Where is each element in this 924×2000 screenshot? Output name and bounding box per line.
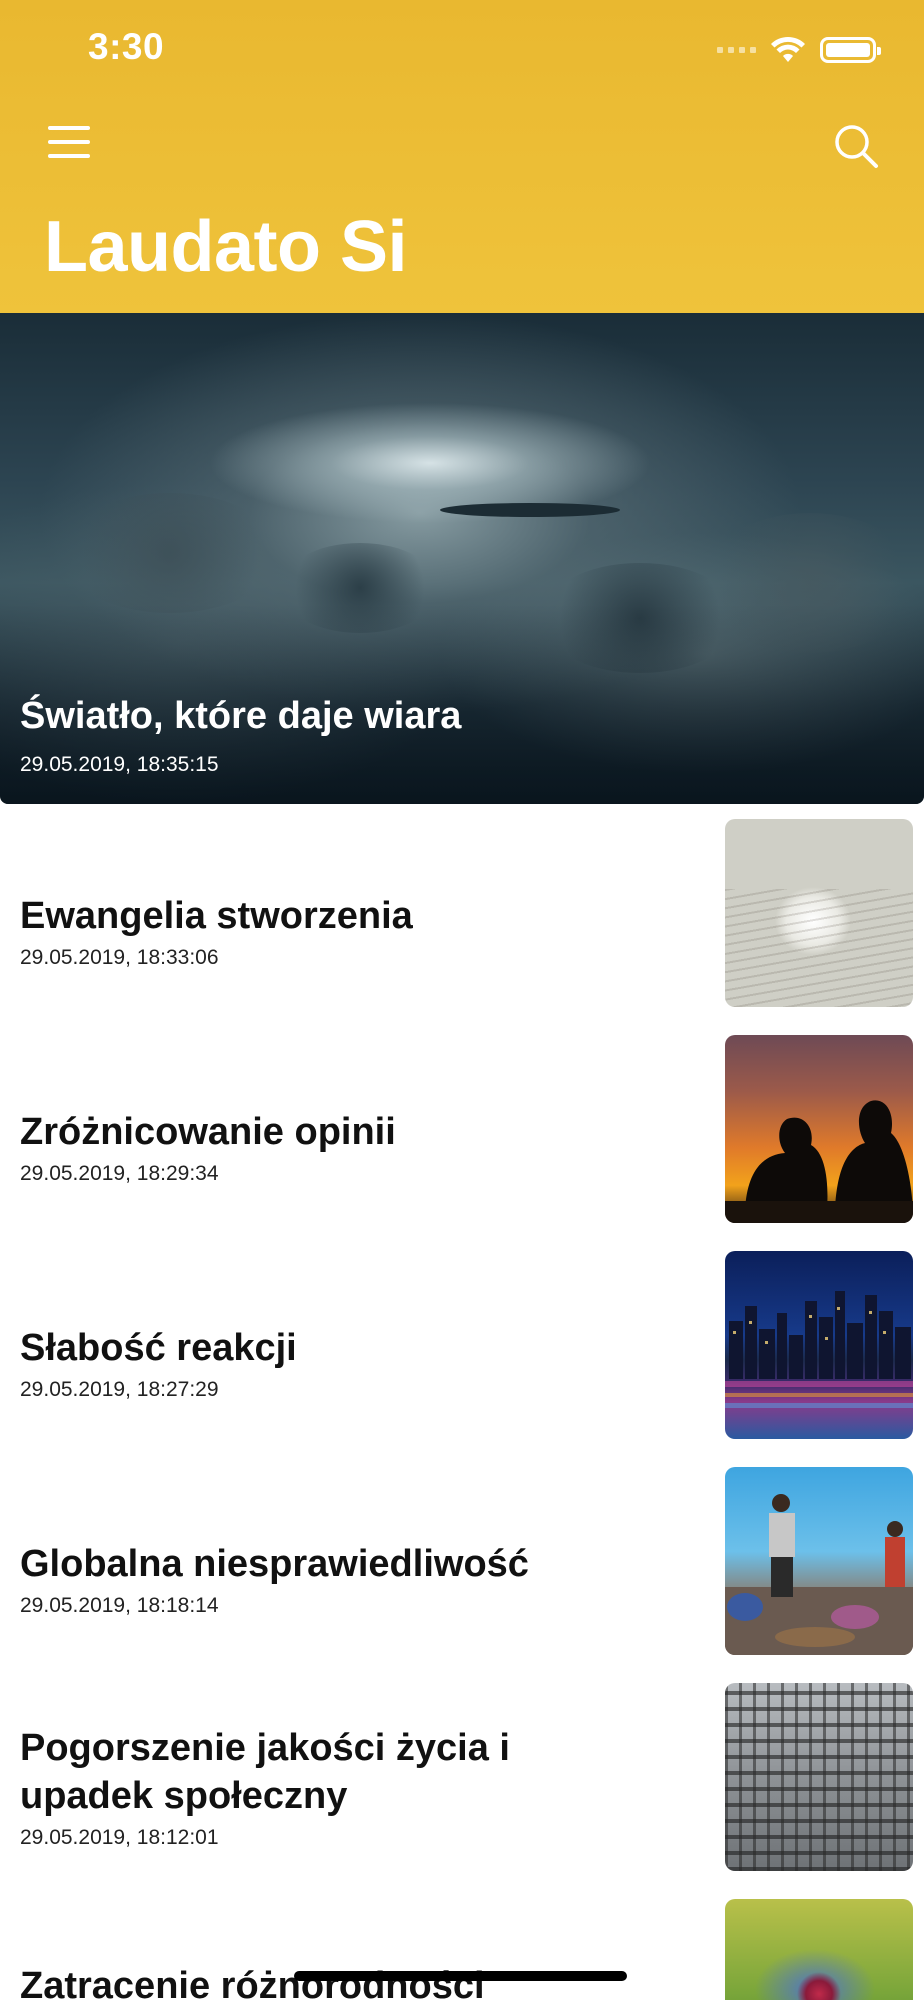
- menu-button[interactable]: [48, 126, 96, 166]
- search-icon: [835, 125, 878, 168]
- article-title: Ewangelia stworzenia: [20, 895, 413, 937]
- status-time: 3:30: [88, 26, 165, 67]
- article-thumbnail: [725, 1899, 913, 2000]
- article-title: Globalna niesprawiedliwość: [20, 1543, 529, 1585]
- article-title: Słabość reakcji: [20, 1327, 297, 1369]
- article-date: 29.05.2019, 18:12:01: [20, 1826, 219, 1849]
- article-title: Zatracenie różnorodności: [20, 1965, 485, 2000]
- article-title: Zróżnicowanie opinii: [20, 1111, 396, 1153]
- article-title: Pogorszenie jakości życia i upadek społe…: [20, 1727, 510, 1817]
- article-date: 29.05.2019, 18:18:14: [20, 1594, 219, 1617]
- search-button[interactable]: [832, 122, 880, 170]
- list-item[interactable]: Słabość reakcji 29.05.2019, 18:27:29: [0, 1236, 924, 1452]
- article-thumbnail: [725, 1035, 913, 1223]
- app-header: 3:30 Laudato Si: [0, 0, 924, 313]
- list-item[interactable]: Ewangelia stworzenia 29.05.2019, 18:33:0…: [0, 804, 924, 1020]
- article-thumbnail: [725, 819, 913, 1007]
- app-title: Laudato Si: [44, 207, 408, 287]
- article-thumbnail: [725, 1683, 913, 1871]
- home-indicator[interactable]: [294, 1971, 627, 1981]
- article-date: 29.05.2019, 18:29:34: [20, 1162, 219, 1185]
- featured-title: Światło, które daje wiara: [20, 695, 462, 737]
- featured-article[interactable]: Światło, które daje wiara 29.05.2019, 18…: [0, 313, 924, 804]
- list-item[interactable]: Zatracenie różnorodności: [0, 1884, 924, 2000]
- signal-icon: [717, 47, 756, 53]
- list-item[interactable]: Pogorszenie jakości życia i upadek społe…: [0, 1668, 924, 1884]
- article-date: 29.05.2019, 18:33:06: [20, 946, 219, 969]
- article-thumbnail: [725, 1251, 913, 1439]
- screen: 3:30 Laudato Si Światło, które daje wiar…: [0, 0, 924, 2000]
- battery-icon: [820, 37, 881, 63]
- featured-date: 29.05.2019, 18:35:15: [20, 753, 219, 776]
- list-item[interactable]: Globalna niesprawiedliwość 29.05.2019, 1…: [0, 1452, 924, 1668]
- wifi-icon: [770, 36, 806, 64]
- hamburger-menu-icon: [48, 126, 90, 130]
- article-list: Ewangelia stworzenia 29.05.2019, 18:33:0…: [0, 804, 924, 2000]
- article-date: 29.05.2019, 18:27:29: [20, 1378, 219, 1401]
- list-item[interactable]: Zróżnicowanie opinii 29.05.2019, 18:29:3…: [0, 1020, 924, 1236]
- article-thumbnail: [725, 1467, 913, 1655]
- status-icons: [717, 32, 881, 68]
